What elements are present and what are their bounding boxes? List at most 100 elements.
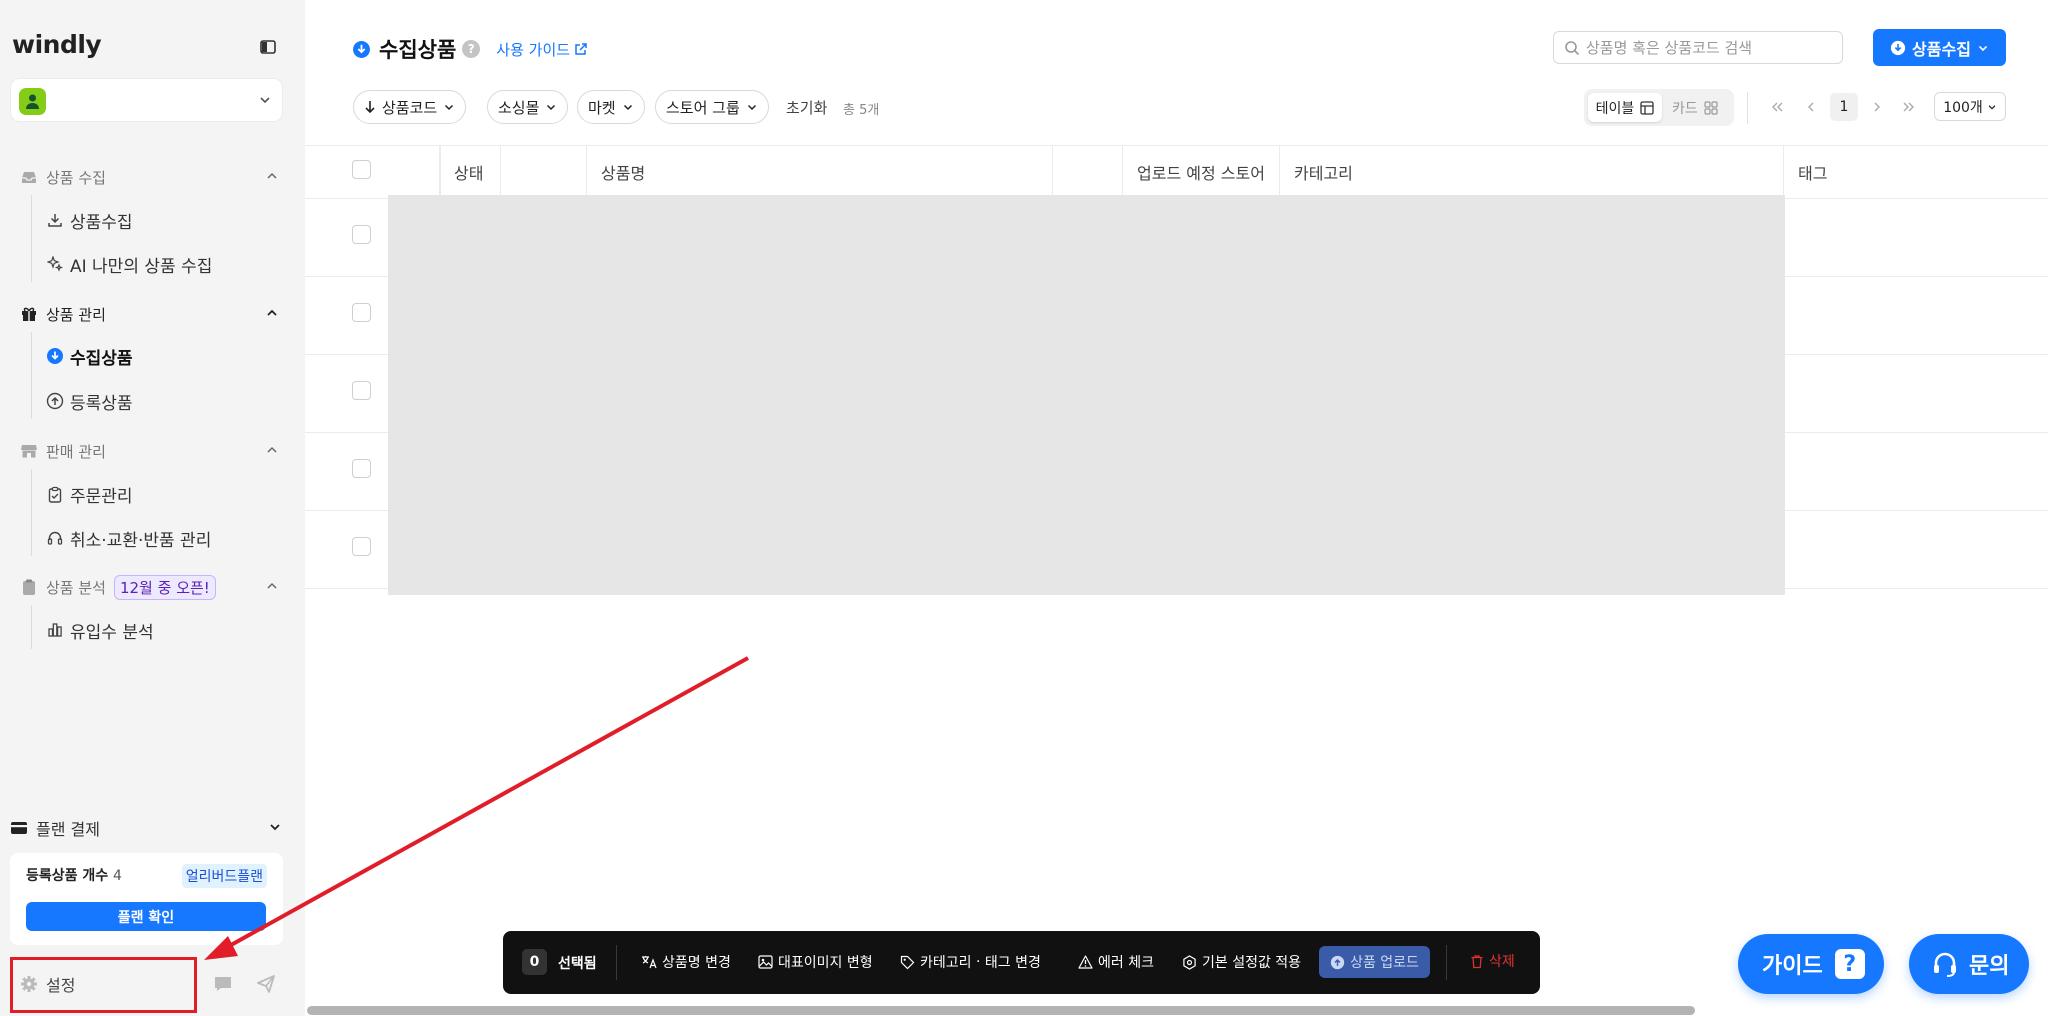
usage-guide-link[interactable]: 사용 가이드 [496, 39, 588, 60]
chat-icon[interactable] [213, 975, 233, 993]
column-blank [1052, 146, 1122, 198]
store-group-filter[interactable]: 스토어 그룹 [655, 90, 769, 124]
column-tag[interactable]: 태그 [1783, 146, 2048, 198]
help-icon[interactable]: ? [462, 40, 481, 58]
sidebar-item-registered-products[interactable]: 등록상품 [46, 385, 286, 417]
registered-count: 등록상품 개수 4 [26, 868, 122, 884]
plan-section-header[interactable]: 플랜 결제 [10, 815, 283, 841]
chevron-down-icon [747, 104, 756, 111]
row-checkbox[interactable] [352, 225, 371, 244]
bar-chart-icon [46, 621, 64, 639]
coming-soon-badge: 12월 중 오픈! [113, 574, 216, 600]
image-transform-button[interactable]: 대표이미지 변형 [758, 951, 873, 973]
external-link-icon [575, 43, 587, 55]
prev-page-button[interactable] [1801, 96, 1821, 118]
sidebar-section-analytics[interactable]: 상품 분석 12월 중 오픈! [20, 572, 280, 602]
arrow-down-icon [365, 101, 375, 114]
reset-filters-button[interactable]: 초기화 [786, 97, 827, 118]
row-checkbox[interactable] [352, 381, 371, 400]
sidebar-section-sales[interactable]: 판매 관리 [20, 436, 280, 466]
column-category[interactable]: 카테고리 [1279, 146, 1763, 198]
redacted-area [388, 195, 1785, 595]
select-all-checkbox[interactable] [352, 160, 371, 179]
sidebar-section-collect[interactable]: 상품 수집 [20, 162, 280, 192]
sidebar-item-traffic-analysis[interactable]: 유입수 분석 [46, 614, 286, 646]
sidebar-section-manage[interactable]: 상품 관리 [20, 299, 280, 329]
image-icon [758, 955, 773, 969]
row-checkbox[interactable] [352, 459, 371, 478]
error-check-button[interactable]: 에러 체크 [1078, 951, 1154, 973]
first-page-button[interactable] [1767, 96, 1787, 118]
delete-button[interactable]: 삭제 [1470, 951, 1515, 971]
sidebar-item-collected-products[interactable]: 수집상품 [46, 340, 286, 372]
plan-check-button[interactable]: 플랜 확인 [26, 902, 266, 931]
selected-count: 0 [522, 949, 547, 975]
collect-products-button[interactable]: 상품수집 [1873, 29, 2006, 66]
divider [1446, 945, 1447, 980]
market-filter[interactable]: 마켓 [577, 90, 645, 124]
tree-line [31, 195, 32, 282]
source-filter[interactable]: 소싱몰 [487, 90, 569, 124]
sidebar-item-returns[interactable]: 취소·교환·반품 관리 [46, 522, 286, 554]
download-circle-icon [352, 40, 371, 59]
apply-defaults-button[interactable]: 기본 설정값 적용 [1182, 951, 1301, 973]
chevron-down-icon [267, 819, 283, 835]
sidebar-item-orders[interactable]: 주문관리 [46, 478, 286, 510]
table-header: 상태 상품명 업로드 예정 스토어 카테고리 태그 [305, 145, 2048, 199]
page-header: 수집상품 ? 사용 가이드 [352, 34, 588, 64]
row-checkbox[interactable] [352, 537, 371, 556]
column-name[interactable]: 상품명 [586, 146, 1052, 198]
category-tag-button[interactable]: 카테고리 · 태그 변경 [900, 951, 1041, 973]
tree-line [31, 469, 32, 556]
double-chevron-right-icon [1903, 102, 1914, 112]
tree-line [31, 332, 32, 419]
last-page-button[interactable] [1899, 96, 1919, 118]
inquiry-fab-button[interactable]: 문의 [1909, 934, 2029, 994]
download-icon [46, 211, 64, 229]
sidebar-item-collect[interactable]: 상품수집 [46, 204, 286, 236]
app-logo[interactable]: windly [12, 30, 102, 59]
workspace-avatar [19, 88, 46, 115]
horizontal-scrollbar[interactable] [307, 1006, 1695, 1015]
column-store[interactable]: 업로드 예정 스토어 [1122, 146, 1279, 198]
divider [1747, 92, 1748, 124]
card-view-tab[interactable]: 카드 [1672, 93, 1718, 122]
clipboard-check-icon [46, 485, 64, 503]
search-box [1553, 31, 1843, 64]
selected-label: 선택됨 [558, 956, 597, 972]
guide-fab-button[interactable]: 가이드 ? [1738, 934, 1884, 994]
download-circle-icon [1890, 40, 1906, 55]
chevron-up-icon [264, 578, 280, 594]
upload-products-button[interactable]: 상품 업로드 [1319, 946, 1430, 978]
warning-icon [1078, 955, 1093, 969]
sidebar-item-ai-collect[interactable]: AI 나만의 상품 수집 [46, 248, 286, 280]
chevron-down-icon [1988, 104, 1996, 110]
translate-icon [642, 956, 657, 969]
chevron-right-icon [1874, 102, 1880, 112]
table-view-tab[interactable]: 테이블 [1588, 93, 1662, 122]
chevron-up-icon [264, 442, 280, 458]
next-page-button[interactable] [1867, 96, 1887, 118]
page-title: 수집상품 [379, 38, 457, 62]
row-checkbox[interactable] [352, 303, 371, 322]
workspace-select[interactable] [10, 78, 283, 122]
sort-filter[interactable]: 상품코드 [353, 90, 467, 124]
search-input[interactable] [1586, 38, 1826, 57]
chevron-down-icon [445, 104, 454, 111]
rename-button[interactable]: 상품명 변경 [641, 951, 731, 973]
sidebar-toggle-icon[interactable] [259, 38, 277, 56]
inbox-icon [20, 168, 38, 186]
plan-card: 등록상품 개수 4 얼리버드플랜 플랜 확인 [10, 853, 283, 945]
credit-card-icon [10, 821, 28, 835]
per-page-select[interactable]: 100개 [1934, 92, 2006, 121]
question-icon: ? [1834, 949, 1865, 979]
current-page[interactable]: 1 [1830, 93, 1858, 121]
upload-circle-icon [46, 392, 64, 410]
chevron-down-icon [547, 104, 556, 111]
headset-icon [46, 529, 64, 547]
view-toggle: 테이블 카드 [1584, 89, 1734, 126]
chevron-down-icon [1978, 45, 1988, 51]
trash-icon [1471, 954, 1483, 968]
send-icon[interactable] [256, 975, 276, 993]
column-status[interactable]: 상태 [439, 146, 500, 198]
